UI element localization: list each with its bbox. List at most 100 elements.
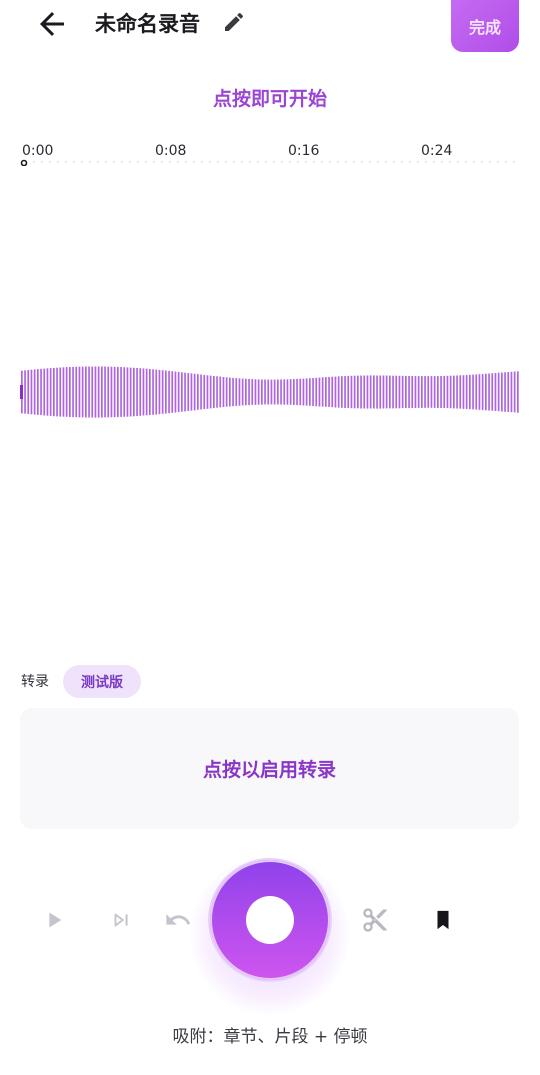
waveform-bar (315, 377, 318, 407)
ruler-dot (233, 161, 235, 163)
snap-setting[interactable]: 吸附：章节、片段 + 停顿 (0, 1024, 540, 1050)
waveform-bar (398, 375, 401, 409)
edit-title-button[interactable] (222, 10, 246, 34)
waveform-bar (101, 366, 103, 418)
ruler-dot (433, 161, 435, 163)
waveform-bar (120, 367, 122, 417)
waveform-bar (433, 376, 436, 408)
waveform-bar (309, 378, 311, 406)
waveform-bar (401, 375, 404, 409)
waveform-bar (501, 372, 503, 412)
waveform-bar (485, 373, 487, 411)
undo-icon (166, 914, 191, 925)
waveform-bar (69, 367, 71, 417)
timeline-ruler[interactable] (20, 156, 520, 166)
ruler-dot (481, 161, 483, 163)
ruler-dot (425, 161, 427, 163)
waveform-bar (350, 375, 353, 409)
ruler-dot (417, 161, 419, 163)
tap-to-start-hint[interactable]: 点按即可开始 (0, 84, 540, 114)
waveform-bar (177, 371, 180, 413)
skip-next-button[interactable] (101, 900, 141, 940)
done-button[interactable]: 完成 (451, 0, 519, 52)
waveform-bar (369, 375, 372, 409)
ruler-dot (513, 161, 515, 163)
ruler-dot (361, 161, 363, 163)
ruler-dot (193, 161, 195, 163)
waveform-bar (53, 367, 55, 417)
waveform-bar (337, 376, 340, 408)
ruler-dot (65, 161, 67, 163)
ruler-dot (41, 161, 43, 163)
ruler-dot (161, 161, 163, 163)
ruler-dot (313, 161, 315, 163)
ruler-dot (441, 161, 443, 163)
waveform-bar (443, 375, 446, 408)
bookmark-button[interactable] (423, 900, 463, 940)
waveform-bar (417, 376, 420, 408)
waveform-bar (241, 378, 244, 406)
waveform-bar (37, 369, 39, 415)
ruler-dot (489, 161, 491, 163)
waveform-bar (65, 367, 68, 417)
waveform-bar (129, 367, 132, 417)
waveform-bar (411, 376, 414, 408)
play-icon (49, 912, 62, 928)
waveform-bar (193, 373, 196, 411)
ruler-dot (305, 161, 307, 163)
waveform-bar (113, 366, 116, 418)
play-button[interactable] (34, 900, 74, 940)
scissors-icon (363, 908, 387, 932)
trim-button[interactable] (355, 900, 395, 940)
waveform-bar (181, 372, 183, 412)
ruler-dot (329, 161, 331, 163)
waveform-bar (296, 378, 298, 406)
waveform-bar (318, 377, 321, 407)
enable-transcription-card[interactable]: 点按以启用转录 (20, 708, 519, 829)
waveform-bar (453, 375, 455, 409)
waveform-bar (504, 372, 506, 412)
waveform-bar (261, 379, 263, 405)
waveform-bar (465, 375, 468, 409)
bookmark-icon (437, 910, 449, 930)
waveform-bar (229, 377, 231, 407)
waveform-bar (62, 367, 65, 417)
waveform-bar (248, 379, 250, 406)
waveform-bar (81, 366, 84, 418)
waveform-bar (302, 378, 305, 406)
waveform-bar (117, 366, 119, 418)
transcription-label: 转录 (21, 674, 49, 690)
ruler-dot (105, 161, 107, 163)
ruler-dot (137, 161, 139, 163)
waveform-bar (264, 379, 266, 405)
playhead-marker (20, 159, 28, 166)
waveform-bar (155, 369, 158, 415)
ruler-dot (297, 161, 299, 163)
ruler-dot (249, 161, 251, 163)
ruler-dot (273, 161, 275, 163)
waveform-bar (209, 375, 212, 409)
waveform-bar (107, 366, 110, 418)
ruler-dot (393, 161, 395, 163)
waveform-bar (168, 370, 170, 414)
record-button[interactable] (210, 860, 330, 980)
waveform-bar (110, 366, 113, 418)
waveform-bar (257, 379, 260, 405)
waveform-bar (97, 366, 100, 418)
recording-title[interactable]: 未命名录音 (95, 6, 200, 42)
waveform-bar (389, 375, 391, 409)
ruler-dot (385, 161, 387, 163)
waveform-bar (475, 374, 478, 410)
waveform-bar (283, 379, 286, 405)
ruler-dot (97, 161, 99, 163)
waveform-bar (363, 375, 366, 409)
waveform-bar (478, 374, 481, 410)
waveform-bar (510, 371, 513, 413)
waveform-bar (190, 373, 193, 411)
waveform-bar (123, 367, 126, 417)
back-button[interactable] (34, 6, 70, 42)
waveform[interactable] (20, 330, 520, 454)
ruler-dot (81, 161, 83, 163)
waveform-bar (488, 373, 490, 411)
ruler-dot (281, 161, 283, 163)
